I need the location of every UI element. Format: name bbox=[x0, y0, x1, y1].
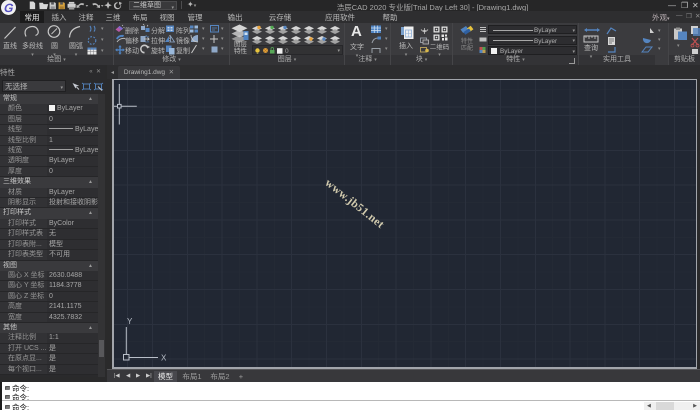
svg-text:Y: Y bbox=[127, 317, 133, 326]
svg-text:X: X bbox=[161, 354, 167, 363]
